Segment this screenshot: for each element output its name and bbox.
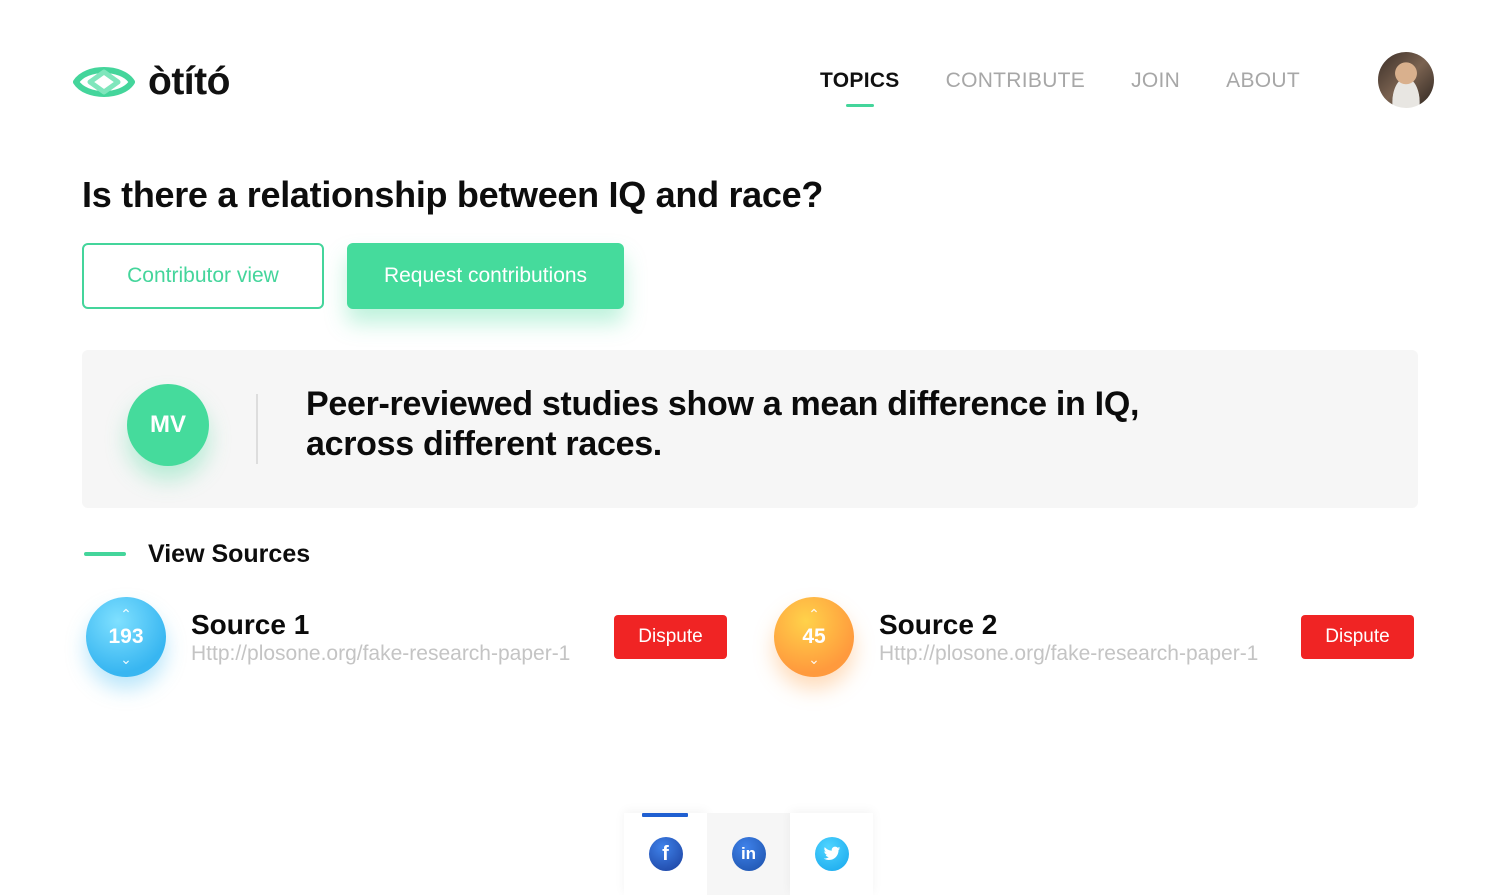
- share-linkedin-tab[interactable]: in: [707, 813, 790, 895]
- source-score: 45: [802, 625, 826, 648]
- brand-name: òtító: [148, 60, 230, 103]
- claim-card: MV Peer-reviewed studies show a mean dif…: [82, 350, 1418, 508]
- view-sources-heading[interactable]: View Sources: [148, 540, 310, 569]
- nav-about[interactable]: ABOUT: [1226, 66, 1300, 96]
- share-facebook-tab[interactable]: f: [624, 813, 707, 895]
- share-active-indicator: [642, 813, 688, 817]
- nav-join[interactable]: JOIN: [1131, 66, 1180, 96]
- downvote-chevron-icon[interactable]: ⌄: [86, 652, 166, 666]
- share-twitter-tab[interactable]: [790, 813, 873, 895]
- source-score-badge: ⌃ 193 ⌄: [86, 597, 166, 677]
- claim-text: Peer-reviewed studies show a mean differ…: [306, 385, 1140, 463]
- nav-topics-label: TOPICS: [820, 69, 900, 92]
- dispute-button[interactable]: Dispute: [1301, 615, 1414, 659]
- source-score: 193: [108, 625, 144, 648]
- brand-logo[interactable]: òtító: [72, 56, 230, 108]
- downvote-chevron-icon[interactable]: ⌄: [774, 652, 854, 666]
- sources-accent-bar: [84, 552, 126, 556]
- source-score-badge: ⌃ 45 ⌄: [774, 597, 854, 677]
- nav-join-label: JOIN: [1131, 69, 1181, 92]
- nav-contribute[interactable]: CONTRIBUTE: [946, 66, 1086, 96]
- upvote-chevron-icon[interactable]: ⌃: [86, 607, 166, 621]
- source-title: Source 2: [879, 609, 998, 640]
- author-initials: MV: [150, 411, 186, 438]
- twitter-bird-glyph: [823, 846, 840, 860]
- contributor-view-button[interactable]: Contributor view: [82, 243, 324, 309]
- source-title: Source 1: [191, 609, 310, 640]
- twitter-icon: [814, 837, 849, 871]
- linkedin-icon: in: [731, 837, 766, 871]
- nav-contribute-label: CONTRIBUTE: [945, 69, 1086, 92]
- page-title: Is there a relationship between IQ and r…: [82, 174, 824, 215]
- nav-about-label: ABOUT: [1226, 69, 1300, 92]
- share-bar: f in: [624, 813, 873, 895]
- upvote-chevron-icon[interactable]: ⌃: [774, 607, 854, 621]
- main-nav: TOPICS CONTRIBUTE JOIN ABOUT: [820, 66, 1346, 107]
- user-avatar[interactable]: [1378, 52, 1434, 108]
- nav-topics[interactable]: TOPICS: [820, 66, 900, 107]
- dispute-button[interactable]: Dispute: [614, 615, 727, 659]
- source-url-link[interactable]: Http://plosone.org/fake-research-paper-1: [879, 642, 1258, 666]
- facebook-icon: f: [648, 837, 683, 871]
- request-contributions-button[interactable]: Request contributions: [347, 243, 624, 309]
- author-avatar[interactable]: MV: [127, 384, 209, 466]
- claim-divider: [256, 394, 258, 464]
- eye-logo-icon: [73, 67, 135, 97]
- source-url-link[interactable]: Http://plosone.org/fake-research-paper-1: [191, 642, 570, 666]
- nav-active-indicator: [845, 104, 874, 107]
